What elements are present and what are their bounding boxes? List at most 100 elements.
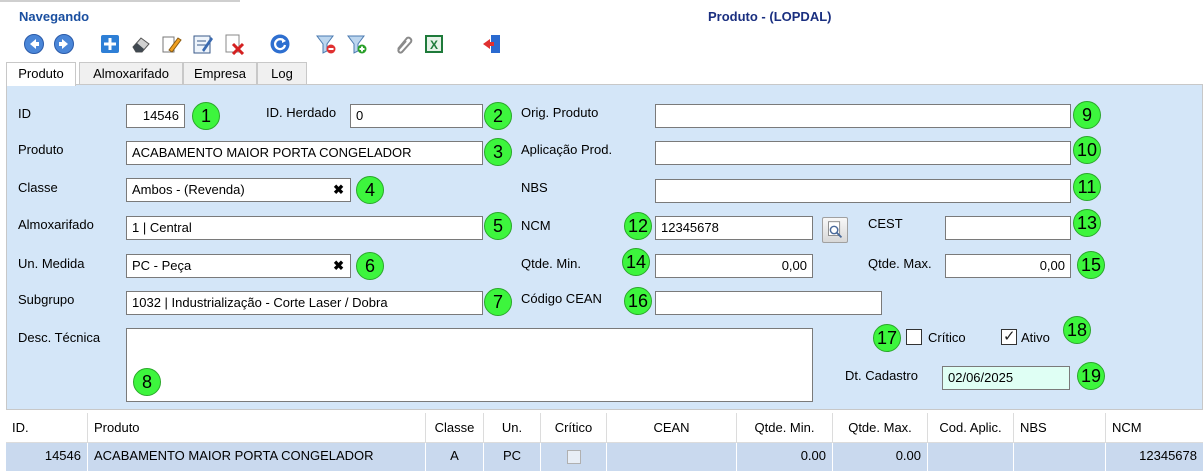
almoxarifado-field[interactable]: 1 | Central: [126, 216, 483, 240]
column-header-qtde-max[interactable]: Qtde. Max.: [832, 413, 927, 442]
toolbar-separator: [458, 31, 459, 59]
orig-produto-label: Orig. Produto: [521, 105, 599, 120]
orig-produto-field[interactable]: [655, 104, 1071, 128]
critico-cell-checkbox[interactable]: [566, 449, 581, 464]
cell-qtde-max: 0.00: [832, 443, 927, 471]
un-medida-select[interactable]: PC - Peça ✖: [126, 254, 351, 278]
column-header-cod-aplic[interactable]: Cod. Aplic.: [927, 413, 1013, 442]
column-header-nbs[interactable]: NBS: [1013, 413, 1105, 442]
column-header-cean[interactable]: CEAN: [606, 413, 736, 442]
edit-form-icon[interactable]: [190, 31, 216, 57]
edit-pencil-icon[interactable]: [159, 31, 185, 57]
product-grid: ID. Produto Classe Un. Crítico CEAN Qtde…: [6, 413, 1203, 471]
codigo-cean-field[interactable]: [655, 291, 882, 315]
ncm-search-button[interactable]: [822, 217, 848, 243]
toolbar-separator: [470, 31, 471, 59]
codigo-cean-label: Código CEAN: [521, 291, 602, 306]
excel-icon[interactable]: X: [421, 31, 447, 57]
qtde-min-field[interactable]: 0,00: [655, 254, 813, 278]
cell-critico: [540, 443, 606, 471]
id-herdado-label: ID. Herdado: [266, 105, 337, 120]
cest-field[interactable]: [945, 216, 1071, 240]
almoxarifado-label: Almoxarifado: [18, 217, 94, 232]
qtde-min-label: Qtde. Min.: [521, 256, 581, 271]
aplicacao-prod-label: Aplicação Prod.: [521, 142, 613, 157]
annotation-badge: 15: [1077, 251, 1105, 279]
annotation-badge: 7: [484, 288, 512, 316]
clear-icon[interactable]: ✖: [333, 255, 344, 277]
toolbar: X: [0, 28, 1203, 62]
classe-select[interactable]: Ambos - (Revenda) ✖: [126, 178, 351, 202]
delete-icon[interactable]: [221, 31, 247, 57]
critico-checkbox[interactable]: [906, 329, 922, 345]
column-header-qtde-min[interactable]: Qtde. Min.: [736, 413, 832, 442]
top-divider: [0, 0, 240, 2]
mode-label: Navegando: [19, 9, 90, 24]
filter-add-icon[interactable]: [344, 31, 370, 57]
column-header-produto[interactable]: Produto: [87, 413, 425, 442]
toolbar-separator: [304, 31, 305, 59]
column-header-ncm[interactable]: NCM: [1105, 413, 1203, 442]
id-label: ID: [18, 106, 31, 121]
refresh-icon[interactable]: [267, 31, 293, 57]
ncm-label: NCM: [521, 218, 551, 233]
column-header-id[interactable]: ID.: [6, 413, 87, 442]
ncm-field[interactable]: 12345678: [655, 216, 813, 240]
annotation-badge: 17: [873, 324, 901, 352]
toolbar-separator: [258, 31, 259, 59]
nbs-label: NBS: [521, 180, 548, 195]
nbs-field[interactable]: [655, 179, 1071, 203]
id-herdado-field[interactable]: 0: [350, 104, 483, 128]
cell-classe: A: [425, 443, 483, 471]
filter-remove-icon[interactable]: [313, 31, 339, 57]
qtde-max-field[interactable]: 0,00: [945, 254, 1071, 278]
attach-icon[interactable]: [390, 31, 416, 57]
tab-produto[interactable]: Produto: [6, 62, 76, 86]
cell-qtde-min: 0.00: [736, 443, 832, 471]
eraser-icon[interactable]: [128, 31, 154, 57]
svg-text:X: X: [430, 38, 438, 52]
classe-value: Ambos - (Revenda): [132, 182, 245, 197]
column-header-classe[interactable]: Classe: [425, 413, 483, 442]
annotation-badge: 4: [356, 176, 384, 204]
annotation-badge: 6: [356, 252, 384, 280]
cell-id: 14546: [44, 448, 81, 463]
critico-label: Crítico: [928, 330, 966, 345]
annotation-badge: 18: [1063, 316, 1091, 344]
annotation-badge: 8: [133, 368, 161, 396]
toolbar-separator: [88, 31, 89, 59]
desc-tecnica-field[interactable]: [126, 328, 813, 402]
annotation-badge: 2: [484, 102, 512, 130]
tab-empresa[interactable]: Empresa: [183, 62, 257, 85]
clear-icon[interactable]: ✖: [333, 179, 344, 201]
forward-icon[interactable]: [51, 31, 77, 57]
annotation-badge: 5: [484, 212, 512, 240]
cell-cean: [606, 443, 736, 471]
cell-ncm: 12345678: [1105, 443, 1203, 471]
id-field[interactable]: 14546: [126, 104, 185, 128]
annotation-badge: 9: [1073, 101, 1101, 129]
produto-field[interactable]: ACABAMENTO MAIOR PORTA CONGELADOR: [126, 141, 483, 165]
ativo-checkbox[interactable]: [1001, 327, 1017, 345]
tab-log[interactable]: Log: [257, 62, 307, 85]
tab-almoxarifado[interactable]: Almoxarifado: [79, 62, 183, 85]
annotation-badge: 19: [1077, 362, 1105, 390]
back-icon[interactable]: [21, 31, 47, 57]
annotation-badge: 11: [1073, 173, 1101, 201]
aplicacao-prod-field[interactable]: [655, 141, 1071, 165]
column-header-critico[interactable]: Crítico: [540, 413, 606, 442]
subgrupo-field[interactable]: 1032 | Industrialização - Corte Laser / …: [126, 291, 483, 315]
annotation-badge: 16: [624, 287, 652, 315]
dt-cadastro-field[interactable]: 02/06/2025: [942, 366, 1070, 390]
annotation-badge: 3: [484, 138, 512, 166]
qtde-max-label: Qtde. Max.: [868, 256, 932, 271]
table-row[interactable]: 14546 ACABAMENTO MAIOR PORTA CONGELADOR …: [6, 443, 1203, 471]
magnifier-icon: [828, 221, 843, 239]
add-icon[interactable]: [97, 31, 123, 57]
annotation-badge: 13: [1073, 209, 1101, 237]
column-header-un[interactable]: Un.: [483, 413, 540, 442]
desc-tecnica-label: Desc. Técnica: [18, 330, 101, 345]
exit-icon[interactable]: [479, 31, 505, 57]
annotation-badge: 1: [192, 102, 220, 130]
annotation-badge: 12: [624, 212, 652, 240]
